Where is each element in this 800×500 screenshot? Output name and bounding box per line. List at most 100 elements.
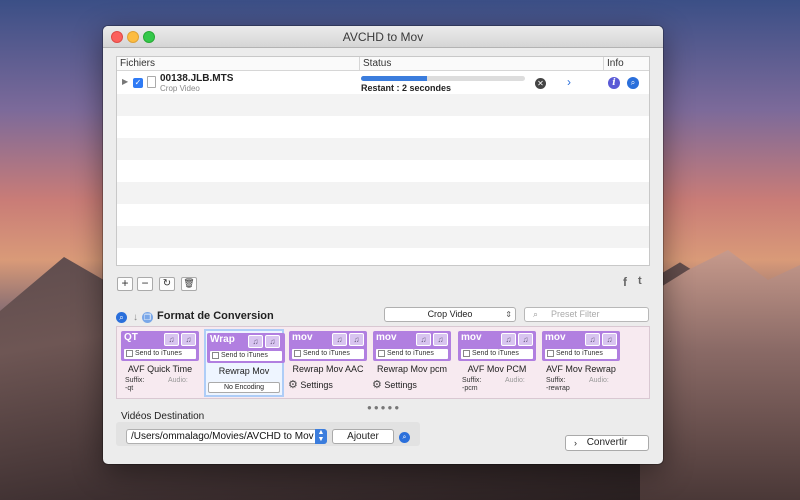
send-to-itunes-checkbox[interactable]: Send to iTunes bbox=[124, 349, 196, 359]
itunes-check-box[interactable] bbox=[547, 350, 554, 357]
destination-title: Vidéos Destination bbox=[121, 411, 204, 422]
disclosure-triangle-icon[interactable]: ▶ bbox=[122, 77, 128, 86]
preset-badge-name: Wrap bbox=[210, 334, 235, 345]
gear-icon: ⚙ bbox=[288, 379, 298, 391]
preset-label: Rewrap Mov bbox=[204, 366, 284, 376]
preset-card[interactable]: mov ♫ ♫ Send to iTunes Rewrap Mov pcm ⚙ … bbox=[372, 329, 452, 397]
chevron-right-icon: › bbox=[574, 436, 577, 450]
itunes-check-box[interactable] bbox=[378, 350, 385, 357]
itunes-check-box[interactable] bbox=[212, 352, 219, 359]
send-to-itunes-checkbox[interactable]: Send to iTunes bbox=[461, 349, 533, 359]
suffix-label: Suffix: bbox=[546, 377, 565, 384]
preset-card-selected[interactable]: Wrap ♫ ♫ Send to iTunes Rewrap Mov No En… bbox=[204, 329, 284, 397]
settings-label: Settings bbox=[384, 380, 417, 390]
window-title: AVCHD to Mov bbox=[103, 30, 663, 44]
settings-button[interactable]: ⚙ Settings bbox=[372, 378, 417, 391]
progress-fill bbox=[361, 76, 427, 81]
itunes-label: Send to iTunes bbox=[135, 350, 182, 357]
audio-track-icon: ♫ bbox=[602, 333, 617, 346]
table-row[interactable]: ▶ ✓ 00138.JLB.MTS Crop Video Restant : 2… bbox=[117, 72, 650, 94]
reveal-destination-icon[interactable]: ⌕ bbox=[399, 432, 410, 443]
destination-path-select[interactable]: /Users/ommalago/Movies/AVCHD to Mov bbox=[126, 429, 327, 444]
itunes-check-box[interactable] bbox=[294, 350, 301, 357]
audio-label: Audio: bbox=[589, 377, 609, 385]
preset-badge-name: mov bbox=[545, 332, 566, 343]
gear-icon: ⚙ bbox=[372, 379, 382, 391]
refresh-icon[interactable]: ↻ bbox=[159, 277, 175, 291]
preset-label: AVF Quick Time bbox=[120, 364, 200, 374]
file-checkbox[interactable]: ✓ bbox=[133, 78, 143, 88]
suffix-field[interactable]: Suffix:-pcm bbox=[462, 377, 481, 393]
itunes-label: Send to iTunes bbox=[556, 350, 603, 357]
no-encoding-button[interactable]: No Encoding bbox=[208, 382, 280, 393]
column-header-files[interactable]: Fichiers bbox=[117, 57, 360, 71]
settings-button[interactable]: ⚙ Settings bbox=[288, 378, 333, 391]
preset-card[interactable]: mov ♫ ♫ Send to iTunes Rewrap Mov AAC ⚙ … bbox=[288, 329, 368, 397]
status-text: Restant : 2 secondes bbox=[361, 83, 451, 93]
suffix-field[interactable]: Suffix:-rewrap bbox=[546, 377, 570, 393]
preset-select-value: Crop Video bbox=[428, 309, 473, 319]
preset-label: Rewrap Mov pcm bbox=[372, 364, 452, 374]
audio-track-icon: ♫ bbox=[433, 333, 448, 346]
send-to-itunes-checkbox[interactable]: Send to iTunes bbox=[210, 351, 282, 361]
audio-label: Audio: bbox=[168, 377, 188, 385]
itunes-check-box[interactable] bbox=[463, 350, 470, 357]
add-file-button[interactable]: + bbox=[117, 277, 133, 291]
preset-badge-name: mov bbox=[292, 332, 313, 343]
itunes-label: Send to iTunes bbox=[387, 350, 434, 357]
convert-button[interactable]: › Convertir bbox=[565, 435, 649, 451]
magnifier-icon: ⌕ bbox=[533, 308, 538, 321]
column-header-status[interactable]: Status bbox=[360, 57, 604, 71]
suffix-value: -qt bbox=[125, 385, 133, 392]
send-to-itunes-checkbox[interactable]: Send to iTunes bbox=[376, 349, 448, 359]
wallpaper-peak bbox=[640, 250, 800, 500]
twitter-icon[interactable]: t bbox=[638, 275, 642, 287]
page-dots[interactable]: ●●●●● bbox=[367, 403, 401, 412]
remove-file-button[interactable]: − bbox=[137, 277, 153, 291]
search-preset-icon[interactable]: ⌕ bbox=[116, 312, 127, 323]
facebook-icon[interactable]: f bbox=[623, 275, 627, 289]
preset-label: AVF Mov Rewrap bbox=[541, 364, 621, 374]
suffix-field[interactable]: Suffix:-qt bbox=[125, 377, 144, 393]
search-icon[interactable]: ⌕ bbox=[627, 77, 639, 89]
add-destination-button[interactable]: Ajouter bbox=[332, 429, 394, 444]
video-track-icon: ♫ bbox=[164, 333, 179, 346]
copy-icon[interactable]: ❐ bbox=[142, 312, 153, 323]
progress-bar bbox=[361, 76, 525, 81]
send-to-itunes-checkbox[interactable]: Send to iTunes bbox=[545, 349, 617, 359]
suffix-label: Suffix: bbox=[125, 377, 144, 384]
preset-filter-placeholder: Preset Filter bbox=[551, 309, 600, 319]
video-track-icon: ♫ bbox=[585, 333, 600, 346]
list-stripes bbox=[117, 72, 650, 266]
trash-icon[interactable]: 🗑 bbox=[181, 277, 197, 291]
chevron-updown-icon: ⇕ bbox=[505, 308, 512, 321]
itunes-check-box[interactable] bbox=[126, 350, 133, 357]
preset-select[interactable]: Crop Video ⇕ bbox=[384, 307, 516, 322]
preset-badge: mov ♫ ♫ Send to iTunes bbox=[289, 331, 367, 361]
document-icon bbox=[147, 76, 156, 88]
suffix-value: -rewrap bbox=[546, 385, 570, 392]
preset-card[interactable]: mov ♫ ♫ Send to iTunes AVF Mov PCM Suffi… bbox=[457, 329, 537, 397]
download-icon[interactable]: ↓ bbox=[130, 312, 141, 323]
chevron-right-icon[interactable]: › bbox=[567, 75, 571, 89]
itunes-label: Send to iTunes bbox=[221, 352, 268, 359]
convert-label: Convertir bbox=[587, 437, 628, 448]
audio-track-icon: ♫ bbox=[349, 333, 364, 346]
cancel-icon[interactable]: ✕ bbox=[535, 78, 546, 89]
preset-card[interactable]: QT ♫ ♫ Send to iTunes AVF Quick Time Suf… bbox=[120, 329, 200, 397]
video-track-icon: ♫ bbox=[248, 335, 263, 348]
send-to-itunes-checkbox[interactable]: Send to iTunes bbox=[292, 349, 364, 359]
file-list: Fichiers Status Info ▶ ✓ 00138.JLB.MTS C… bbox=[116, 56, 650, 266]
preset-badge-name: QT bbox=[124, 332, 138, 343]
audio-track-icon: ♫ bbox=[265, 335, 280, 348]
preset-card[interactable]: mov ♫ ♫ Send to iTunes AVF Mov Rewrap Su… bbox=[541, 329, 621, 397]
preset-badge: mov ♫ ♫ Send to iTunes bbox=[373, 331, 451, 361]
path-stepper-icon[interactable]: ▲▼ bbox=[315, 429, 327, 444]
preset-filter-input[interactable]: ⌕ Preset Filter bbox=[524, 307, 649, 322]
preset-label: AVF Mov PCM bbox=[457, 364, 537, 374]
audio-track-icon: ♫ bbox=[518, 333, 533, 346]
column-header-info[interactable]: Info bbox=[604, 57, 650, 71]
settings-label: Settings bbox=[300, 380, 333, 390]
itunes-label: Send to iTunes bbox=[472, 350, 519, 357]
info-icon[interactable]: i bbox=[608, 77, 620, 89]
